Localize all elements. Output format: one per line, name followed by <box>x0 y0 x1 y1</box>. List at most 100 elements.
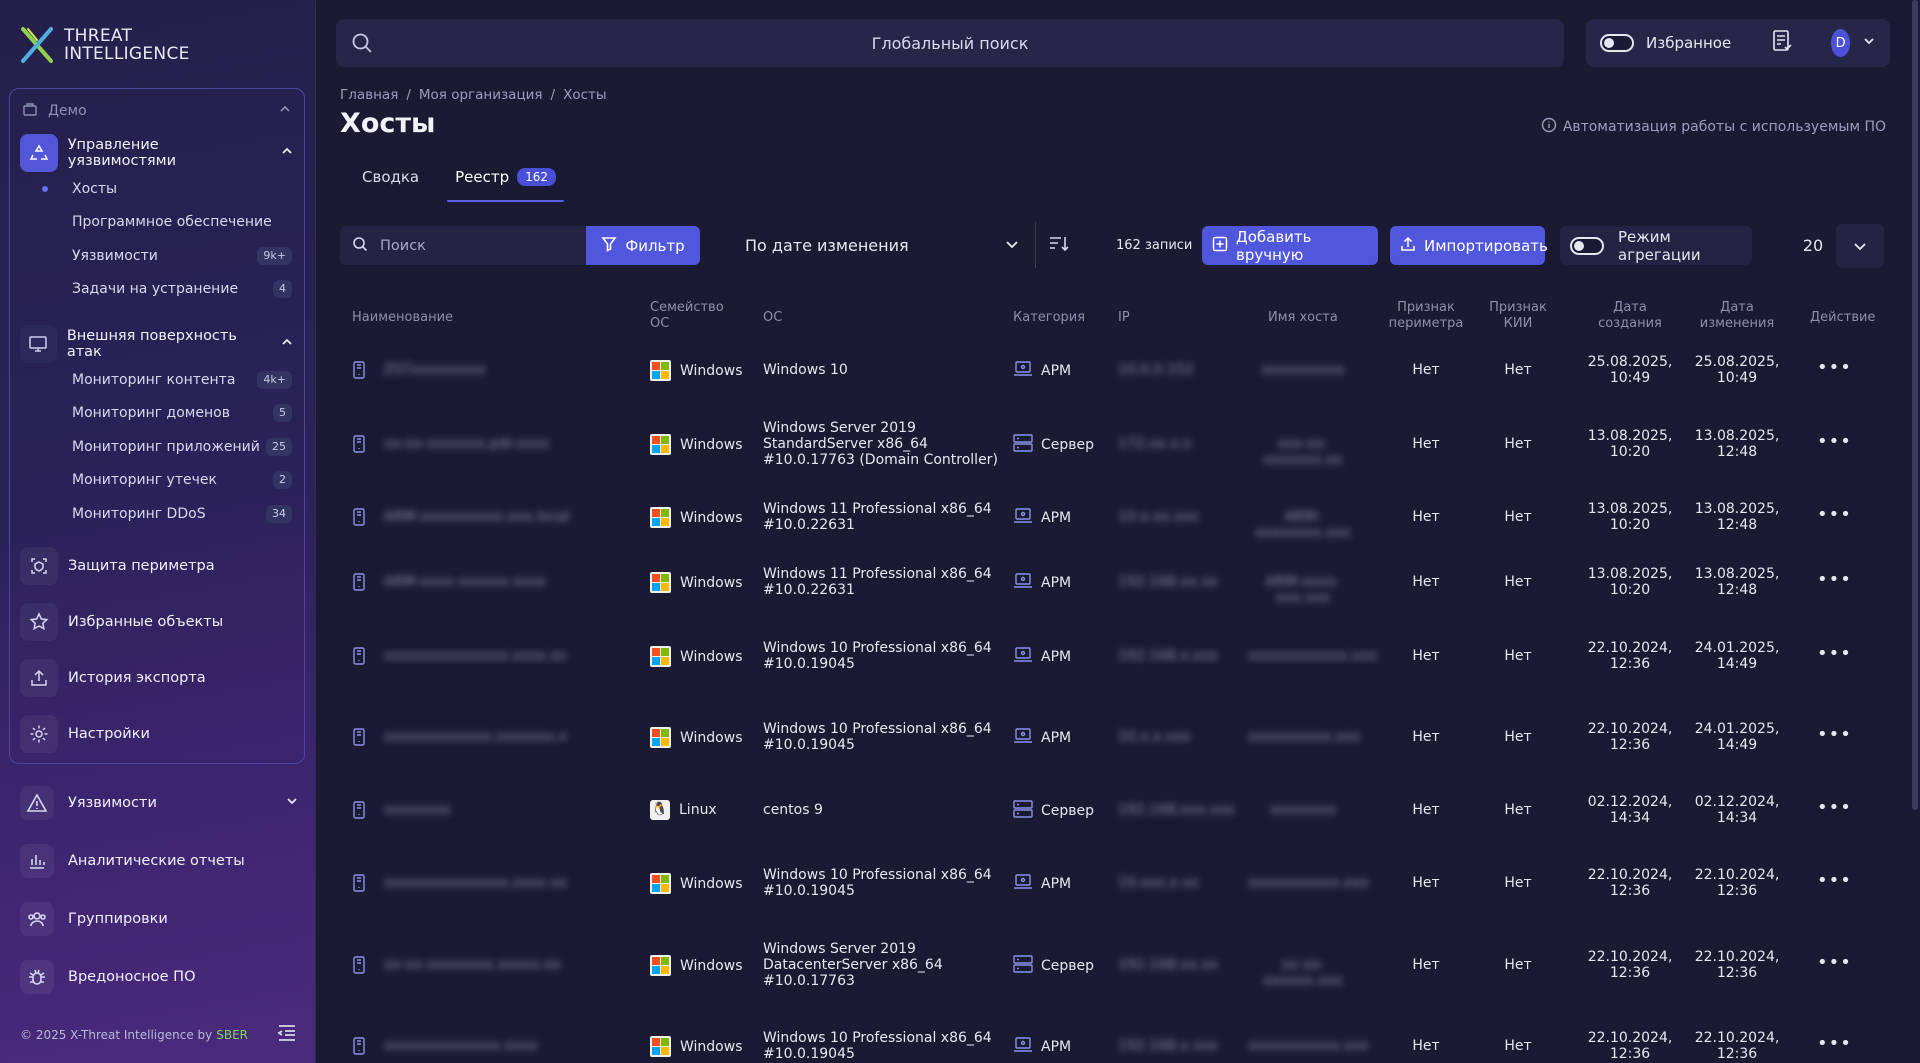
filter-button[interactable]: Фильтр <box>586 226 700 265</box>
col-os-family[interactable]: Семейство ОС <box>650 300 724 332</box>
sidebar-item-export-history[interactable]: История экспорта <box>20 659 294 697</box>
aggregation-mode[interactable]: Режим агрегации <box>1560 226 1752 265</box>
host-name[interactable]: xxxxxxxxxxxxxx.xxxx <box>384 1038 538 1054</box>
col-ip[interactable]: IP <box>1118 310 1130 326</box>
sidebar-item-app-monitoring[interactable]: Мониторинг приложений 25 <box>72 435 292 459</box>
more-actions-icon[interactable]: ••• <box>1817 872 1852 890</box>
more-actions-icon[interactable]: ••• <box>1817 359 1852 377</box>
category-label: Сервер <box>1041 437 1095 453</box>
tab-registry[interactable]: Реестр 162 <box>447 168 564 202</box>
sidebar-item-domain-monitoring[interactable]: Мониторинг доменов 5 <box>72 401 292 425</box>
more-actions-icon[interactable]: ••• <box>1817 506 1852 524</box>
windows-icon <box>650 646 671 667</box>
sort-direction-icon[interactable] <box>1048 234 1070 258</box>
sidebar-footer: © 2025 X-Threat Intelligence by SBER <box>20 1024 297 1045</box>
host-name[interactable]: xxxxxxxx <box>384 802 450 818</box>
col-created[interactable]: Дата создания <box>1590 300 1670 332</box>
table-row[interactable]: xxxxxxxxxxxxxxx.xxxx.xx Windows Windows 10… <box>340 853 1890 913</box>
category: АРМ <box>1013 507 1071 529</box>
sidebar-item-analytics[interactable]: Аналитические отчеты <box>20 844 299 878</box>
col-perimeter[interactable]: Признак периметра <box>1386 300 1466 332</box>
breadcrumb-org[interactable]: Моя организация <box>419 87 543 103</box>
table-row[interactable]: xxxxxxxxxxxxxxx.xxxx.xx Windows Windows 10… <box>340 626 1890 686</box>
checklist-icon[interactable] <box>1771 29 1793 57</box>
col-hostname[interactable]: Имя хоста <box>1268 310 1338 326</box>
host-name[interactable]: xx-xx-xxxxxxx.pdr.xxxx <box>384 436 550 452</box>
global-search[interactable]: Глобальный поиск <box>336 19 1564 67</box>
more-actions-icon[interactable]: ••• <box>1817 645 1852 663</box>
table-row[interactable]: xxxxxxxx 🐧 Linux centos 9 Сервер 192.168.xxx.… <box>340 780 1890 840</box>
chevron-down-icon[interactable] <box>1836 223 1884 268</box>
kii-flag: Нет <box>1504 1038 1532 1054</box>
chevron-up-icon[interactable] <box>278 102 292 120</box>
host-name[interactable]: xx-xx-xxxxxxxx.xxxxx.xx <box>384 957 560 973</box>
breadcrumb-home[interactable]: Главная <box>340 87 398 103</box>
sidebar-item-settings[interactable]: Настройки <box>20 715 294 753</box>
host-name[interactable]: xxxxxxxxxxxxxxx.xxxx.xx <box>384 648 567 664</box>
table-row[interactable]: ZSTxxxxxxxxx Windows Windows 10 АРМ 10.0.0.1… <box>340 340 1890 400</box>
app-logo[interactable]: THREAT INTELLIGENCE <box>20 26 190 64</box>
host-name[interactable]: ARM-xxxx-xxxxxx.xxxx <box>384 574 546 590</box>
automation-link[interactable]: Автоматизация работы с используемым ПО <box>1541 117 1886 137</box>
more-actions-icon[interactable]: ••• <box>1817 726 1852 744</box>
org-header[interactable]: Демо <box>22 101 292 121</box>
sort-select[interactable]: По дате изменения <box>730 226 1034 265</box>
sidebar-item-ddos-monitoring[interactable]: Мониторинг DDoS 34 <box>72 502 292 526</box>
table-row[interactable]: xx-xx-xxxxxxx.pdr.xxxx Windows Windows Ser… <box>340 414 1890 474</box>
table-row[interactable]: xxxxxxxxxxxxxx.xxxx Windows Windows 10 Pro… <box>340 1016 1890 1063</box>
count-badge: 25 <box>266 438 292 456</box>
top-actions: Избранное D <box>1586 19 1890 67</box>
sidebar-item-favorites[interactable]: Избранные объекты <box>20 603 294 641</box>
info-icon <box>1541 117 1557 137</box>
sidebar-item-vulnerabilities-outer[interactable]: Уязвимости <box>20 786 299 820</box>
sidebar-item-vulnerabilities[interactable]: Уязвимости 9k+ <box>72 244 292 268</box>
collapse-sidebar-icon[interactable] <box>277 1024 297 1045</box>
favorites-toggle[interactable] <box>1600 34 1634 52</box>
sidebar-item-content-monitoring[interactable]: Мониторинг контента 4k+ <box>72 368 292 392</box>
avatar[interactable]: D <box>1831 29 1850 57</box>
col-category[interactable]: Категория <box>1013 310 1085 326</box>
more-actions-icon[interactable]: ••• <box>1817 1035 1852 1053</box>
perimeter-flag: Нет <box>1412 957 1440 973</box>
sidebar-item-hosts[interactable]: Хосты <box>42 177 292 201</box>
sidebar-item-perimeter[interactable]: Защита периметра <box>20 547 294 585</box>
more-actions-icon[interactable]: ••• <box>1817 954 1852 972</box>
host-name[interactable]: xxxxxxxxxxxxx.xxxxxxx.x <box>384 729 567 745</box>
add-manual-button[interactable]: Добавить вручную <box>1202 226 1378 265</box>
sidebar-item-remediation-tasks[interactable]: Задачи на устранение 4 <box>72 277 292 301</box>
chevron-down-icon[interactable] <box>1862 34 1876 52</box>
tab-summary[interactable]: Сводка <box>362 168 419 202</box>
table-row[interactable]: ARM-xxxx-xxxxxx.xxxx Windows Windows 11 Pr… <box>340 552 1890 612</box>
table-row[interactable]: xx-xx-xxxxxxxx.xxxxx.xx Windows Windows Se… <box>340 935 1890 995</box>
created-date: 25.08.2025, 10:49 <box>1585 354 1675 386</box>
col-os[interactable]: ОС <box>763 310 782 326</box>
sidebar-item-software[interactable]: Программное обеспечение <box>72 210 292 234</box>
col-modified[interactable]: Дата изменения <box>1695 300 1779 332</box>
sidebar-item-malware[interactable]: Вредоносное ПО <box>20 960 299 994</box>
kii-flag: Нет <box>1504 574 1532 590</box>
host-name[interactable]: ZSTxxxxxxxxx <box>384 362 486 378</box>
page-size-select[interactable]: 20 <box>1790 223 1884 268</box>
more-actions-icon[interactable]: ••• <box>1817 571 1852 589</box>
import-button[interactable]: Импортировать <box>1390 226 1548 265</box>
col-name[interactable]: Наименование <box>352 310 453 326</box>
table-row[interactable]: xxxxxxxxxxxxx.xxxxxxx.x Windows Windows 10… <box>340 707 1890 767</box>
page-scrollbar[interactable] <box>1912 0 1918 810</box>
nav-group-vuln-management[interactable]: Управление уязвимостями <box>20 134 294 172</box>
nav-group-attack-surface[interactable]: Внешняя поверхность атак <box>20 325 294 363</box>
sidebar-item-label: Мониторинг доменов <box>72 405 230 421</box>
more-actions-icon[interactable]: ••• <box>1817 433 1852 451</box>
table-search-input[interactable]: Поиск <box>340 226 586 265</box>
workstation-icon <box>1013 727 1033 749</box>
more-actions-icon[interactable]: ••• <box>1817 799 1852 817</box>
nav-label: Вредоносное ПО <box>68 969 196 985</box>
sidebar-item-groups[interactable]: Группировки <box>20 902 299 936</box>
host-name[interactable]: ARM-xxxxxxxxxx.xxx.local <box>384 509 570 525</box>
aggregation-toggle[interactable] <box>1570 236 1604 255</box>
copyright-text: © 2025 X-Threat Intelligence by <box>20 1027 213 1042</box>
col-kii[interactable]: Признак КИИ <box>1488 300 1548 332</box>
table-row[interactable]: ARM-xxxxxxxxxx.xxx.local Windows Windows 1… <box>340 487 1890 547</box>
host-name[interactable]: xxxxxxxxxxxxxxx.xxxx.xx <box>384 875 567 891</box>
sidebar-item-leak-monitoring[interactable]: Мониторинг утечек 2 <box>72 468 292 492</box>
os-line: #10.0.19045 <box>763 656 855 672</box>
